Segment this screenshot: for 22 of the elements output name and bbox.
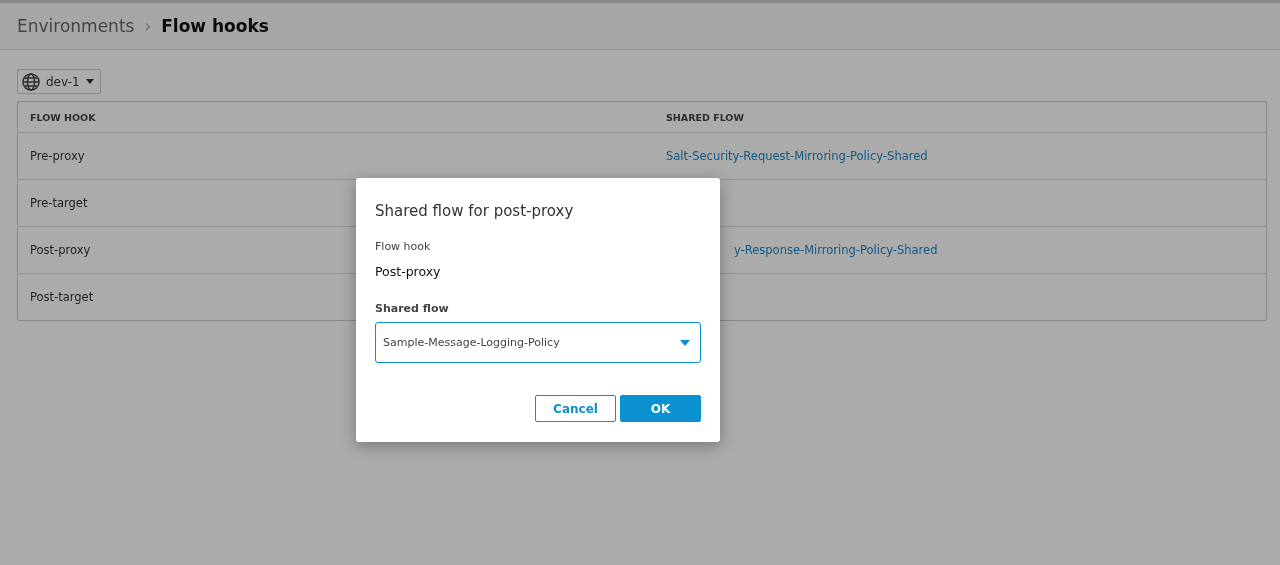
ok-button[interactable]: OK xyxy=(620,395,701,422)
table-cell: Post-proxy xyxy=(30,243,91,257)
caret-icon xyxy=(680,339,690,346)
page-title: Flow hooks xyxy=(161,16,269,36)
table-cell: Pre-proxy xyxy=(30,149,85,163)
breadcrumb-separator: › xyxy=(144,16,152,36)
cancel-button[interactable]: Cancel xyxy=(535,395,616,422)
caret-icon xyxy=(85,79,94,84)
globe-icon xyxy=(22,72,40,91)
shared-flow-link[interactable]: y-Response-Mirroring-Policy-Shared xyxy=(734,243,938,257)
column-header: SHARED FLOW xyxy=(665,111,745,123)
shared-flow-dropdown[interactable]: Sample-Message-Logging-Policy xyxy=(375,322,701,363)
breadcrumb-link[interactable]: Environments xyxy=(17,16,135,36)
dialog-title: Shared flow for post-proxy xyxy=(375,202,575,220)
field-label: Shared flow xyxy=(375,302,450,315)
table-cell: Post-target xyxy=(30,290,94,304)
field-label: Flow hook xyxy=(375,240,432,253)
table-cell: Pre-target xyxy=(30,196,88,210)
field-value: Post-proxy xyxy=(375,264,442,279)
column-header: FLOW HOOK xyxy=(29,111,97,123)
environment-dropdown[interactable]: dev-1 xyxy=(17,69,101,94)
shared-flow-link[interactable]: Salt-Security-Request-Mirroring-Policy-Shared xyxy=(666,149,928,163)
